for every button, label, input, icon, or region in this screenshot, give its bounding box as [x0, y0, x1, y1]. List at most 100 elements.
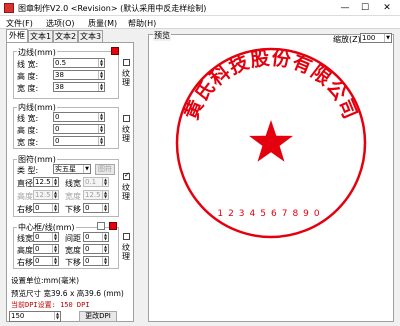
spin-arrows-icon[interactable]: ▲ ▼ — [102, 191, 108, 199]
center-lw-label: 线宽 — [17, 234, 33, 243]
unit-info: 设置单位:mm(毫米) — [11, 276, 79, 285]
menu-help[interactable]: 帮助(H) — [128, 18, 156, 29]
center-gap-input[interactable]: 0 ▲ ▼ — [83, 232, 109, 242]
dpi-input[interactable]: 150 ▲ ▼ — [9, 311, 61, 322]
center-gap-label: 间距 — [65, 234, 81, 243]
minimize-button[interactable]: — — [336, 2, 354, 14]
outer-width-value: 38 — [55, 83, 64, 91]
symbol-texture-checkbox[interactable] — [123, 171, 130, 180]
center-down-value: 0 — [85, 257, 90, 265]
spin-arrows-icon[interactable]: ▲ ▼ — [98, 59, 104, 67]
menu-quality[interactable]: 质量(M) — [88, 18, 117, 29]
center-lw-input[interactable]: 0 ▲ ▼ — [33, 232, 59, 242]
inner-height-input[interactable]: 0 ▲ ▼ — [53, 124, 105, 134]
symbol-shift-input[interactable]: 0 ▲ ▼ — [33, 203, 59, 213]
outer-height-label: 高 度: — [17, 72, 39, 81]
settings-panel: 边线(mm) 线 宽: 0.5 ▲ ▼ 高 度: 38 ▲ ▼ 宽 度: 38 ▲ ▼ 纹理… — [6, 42, 134, 322]
tab-text-2[interactable]: 文本2 — [53, 30, 78, 42]
inner-line-width-input[interactable]: 0 ▲ ▼ — [53, 112, 105, 122]
spin-arrows-icon[interactable]: ▲ ▼ — [52, 191, 58, 199]
menu-options[interactable]: 选项(O) — [46, 18, 75, 29]
spin-arrows-icon[interactable]: ▲ ▼ — [52, 245, 58, 253]
inner-width-input[interactable]: 0 ▲ ▼ — [53, 136, 105, 146]
symbol-height-input[interactable]: 12.5 ▲ ▼ — [33, 190, 59, 200]
symbol-lw-input[interactable]: 0.1 ▲ ▼ — [83, 177, 109, 187]
center-shift-label: 右移 — [17, 258, 33, 267]
symbol-diameter-input[interactable]: 12.5 ▲ ▼ — [33, 177, 59, 187]
spin-arrows-icon[interactable]: ▲ ▼ — [52, 178, 58, 186]
center-texture-checkbox[interactable] — [123, 233, 130, 240]
inner-height-value: 0 — [55, 125, 60, 133]
spin-arrows-icon[interactable]: ▲ ▼ — [102, 204, 108, 212]
inner-line-legend: 内线(mm) — [17, 102, 57, 113]
outer-texture-checkbox[interactable] — [123, 59, 130, 66]
symbol-type-select[interactable]: 实五星 ▼ — [53, 164, 91, 174]
spin-arrows-icon[interactable]: ▲ ▼ — [102, 245, 108, 253]
maximize-button[interactable]: ☐ — [356, 2, 374, 14]
outer-line-width-input[interactable]: 0.5 ▲ ▼ — [53, 58, 105, 68]
center-height-label: 高度 — [17, 246, 33, 255]
center-down-input[interactable]: 0 ▲ ▼ — [83, 256, 109, 266]
symbol-diameter-value: 12.5 — [35, 178, 51, 186]
outer-line-width-label: 线 宽: — [17, 60, 39, 69]
tab-outer-frame[interactable]: 外框 — [6, 29, 28, 42]
symbol-width-input[interactable]: 12.5 ▲ ▼ — [83, 190, 109, 200]
center-height-input[interactable]: 0 ▲ ▼ — [33, 244, 59, 254]
inner-line-width-value: 0 — [55, 113, 60, 121]
chevron-down-icon[interactable]: ▼ — [384, 34, 391, 42]
symbol-down-input[interactable]: 0 ▲ ▼ — [83, 203, 109, 213]
symbol-height-value: 12.5 — [35, 191, 51, 199]
symbol-lw-label: 线宽 — [65, 179, 81, 188]
stamp-canvas: 黄氏科技股份有限公司 1234567890 — [175, 46, 367, 239]
spin-arrows-icon[interactable]: ▲ ▼ — [52, 204, 58, 212]
inner-texture-checkbox[interactable] — [123, 115, 130, 122]
zoom-value: 100 — [362, 34, 376, 42]
inner-texture-label: 纹理 — [122, 125, 130, 143]
zoom-label: 缩放(Z) — [333, 35, 361, 44]
stamp-star-icon — [249, 120, 293, 162]
symbol-width-value: 12.5 — [85, 191, 101, 199]
spin-arrows-icon[interactable]: ▲ ▼ — [102, 233, 108, 241]
spin-arrows-icon[interactable]: ▲ ▼ — [52, 257, 58, 265]
preview-size-info: 预览尺寸 宽39.6 x 高39.6 (mm) — [11, 289, 124, 298]
center-shift-input[interactable]: 0 ▲ ▼ — [33, 256, 59, 266]
tab-text-1[interactable]: 文本1 — [28, 30, 53, 42]
spin-arrows-icon[interactable]: ▲ ▼ — [98, 113, 104, 121]
spin-arrows-icon[interactable]: ▲ ▼ — [98, 83, 104, 91]
symbol-down-value: 0 — [85, 204, 90, 212]
center-lw-value: 0 — [35, 233, 40, 241]
symbol-width-label: 宽度 — [65, 192, 81, 201]
symbol-diameter-label: 直径 — [17, 179, 33, 188]
spin-arrows-icon[interactable]: ▲ ▼ — [102, 178, 108, 186]
spin-arrows-icon[interactable]: ▲ ▼ — [98, 125, 104, 133]
menu-file[interactable]: 文件(F) — [6, 18, 33, 29]
center-height-value: 0 — [35, 245, 40, 253]
outer-color-swatch[interactable] — [111, 47, 119, 55]
tab-text-3[interactable]: 文本3 — [78, 30, 103, 42]
symbol-type-label: 类 型: — [17, 166, 39, 175]
close-button[interactable]: ✕ — [378, 2, 396, 14]
outer-line-legend: 边线(mm) — [17, 47, 57, 58]
zoom-select[interactable]: 100 ▼ — [360, 33, 392, 43]
center-fill-swatch[interactable] — [97, 222, 105, 230]
menu-bar: 文件(F) 选项(O) 质量(M) 帮助(H) — [0, 16, 400, 29]
center-color-swatch[interactable] — [109, 222, 117, 230]
symbol-texture-label: 纹理 — [122, 183, 130, 201]
spin-arrows-icon[interactable]: ▲ ▼ — [98, 137, 104, 145]
outer-width-input[interactable]: 38 ▲ ▼ — [53, 82, 105, 92]
spin-arrows-icon[interactable]: ▲ ▼ — [52, 233, 58, 241]
spin-arrows-icon[interactable]: ▲ ▼ — [54, 312, 60, 320]
symbol-button[interactable]: 图符 — [95, 164, 115, 175]
spin-arrows-icon[interactable]: ▲ ▼ — [102, 257, 108, 265]
center-width-input[interactable]: 0 ▲ ▼ — [83, 244, 109, 254]
symbol-type-value: 实五星 — [55, 165, 76, 173]
inner-line-width-label: 线 宽: — [17, 114, 39, 123]
change-dpi-button[interactable]: 更改DPI — [79, 311, 117, 322]
spin-arrows-icon[interactable]: ▲ ▼ — [98, 71, 104, 79]
window-title: 图章制作V2.0 <Revision> (默认采用中反走样绘制) — [18, 4, 207, 13]
chevron-down-icon[interactable]: ▼ — [83, 165, 90, 173]
outer-height-input[interactable]: 38 ▲ ▼ — [53, 70, 105, 80]
center-width-value: 0 — [85, 245, 90, 253]
symbol-down-label: 下移 — [65, 205, 81, 214]
inner-height-label: 高 度: — [17, 126, 39, 135]
